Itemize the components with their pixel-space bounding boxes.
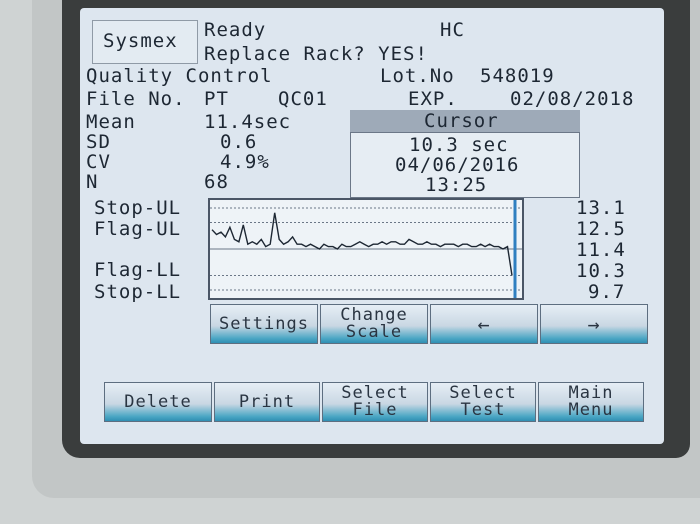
select-file-text: Select File (323, 383, 427, 419)
mean-value: 11.4sec (204, 111, 292, 133)
rack-message: Replace Rack? YES! (204, 43, 428, 65)
main-menu-button[interactable]: Main Menu (538, 382, 644, 422)
select-test-line2: Test (460, 400, 506, 420)
sd-label: SD (86, 131, 111, 153)
settings-button-label: Settings (219, 314, 309, 334)
cv-label: CV (86, 151, 111, 173)
exp-label: EXP. (408, 88, 458, 110)
flag-ll-label: Flag-LL (94, 259, 182, 281)
select-file-button[interactable]: Select File (322, 382, 428, 422)
select-file-line2: File (352, 400, 398, 420)
cursor-header: Cursor (350, 110, 580, 132)
stop-ll-label: Stop-LL (94, 281, 182, 303)
qc-title: Quality Control (86, 65, 273, 87)
change-scale-line2: Scale (345, 322, 403, 342)
delete-button[interactable]: Delete (104, 382, 212, 422)
qc-trend-chart[interactable] (208, 198, 524, 300)
select-test-text: Select Test (431, 383, 535, 419)
lcd-screen: Sysmex Ready HC Replace Rack? YES! Quali… (80, 8, 664, 444)
sd-value: 0.6 (220, 131, 258, 153)
arrow-left-icon: ← (477, 312, 491, 336)
settings-button[interactable]: Settings (210, 304, 318, 344)
cursor-header-label: Cursor (424, 110, 499, 132)
change-scale-text: Change Scale (321, 305, 427, 341)
limit-value-stop-ul: 13.1 (576, 197, 626, 219)
scroll-right-button[interactable]: → (540, 304, 648, 344)
mode-text: HC (440, 19, 465, 41)
change-scale-button[interactable]: Change Scale (320, 304, 428, 344)
status-text: Ready (204, 19, 267, 41)
main-menu-line2: Menu (568, 400, 614, 420)
select-test-button[interactable]: Select Test (430, 382, 536, 422)
print-button-label: Print (238, 392, 296, 412)
n-label: N (86, 171, 99, 193)
exp-value: 02/08/2018 (510, 88, 635, 110)
limit-value-flag-ul: 12.5 (576, 218, 626, 240)
scroll-left-button[interactable]: ← (430, 304, 538, 344)
file-value: PT (204, 88, 229, 110)
print-button[interactable]: Print (214, 382, 320, 422)
flag-ul-label: Flag-UL (94, 218, 182, 240)
cursor-panel: 10.3 sec 04/06/2016 13:25 (350, 132, 580, 198)
cursor-value: 10.3 sec (409, 134, 509, 156)
stop-ul-label: Stop-UL (94, 197, 182, 219)
main-menu-text: Main Menu (539, 383, 643, 419)
mean-label: Mean (86, 111, 136, 133)
lot-label: Lot.No (380, 65, 455, 87)
file-code: QC01 (278, 88, 328, 110)
n-value: 68 (204, 171, 229, 193)
limit-value-flag-ll: 10.3 (576, 260, 626, 282)
cursor-time: 13:25 (425, 174, 488, 196)
limit-value-mean: 11.4 (576, 239, 626, 261)
delete-button-label: Delete (124, 392, 192, 412)
cv-value: 4.9% (220, 151, 270, 173)
arrow-right-icon: → (587, 312, 601, 336)
limit-value-stop-ll: 9.7 (588, 281, 626, 303)
qc-trend-svg (210, 200, 522, 298)
sysmex-logo-box: Sysmex (92, 20, 198, 64)
brand-label: Sysmex (103, 30, 178, 52)
cursor-date: 04/06/2016 (395, 154, 520, 176)
lot-value: 548019 (480, 65, 555, 87)
file-label: File No. (86, 88, 186, 110)
